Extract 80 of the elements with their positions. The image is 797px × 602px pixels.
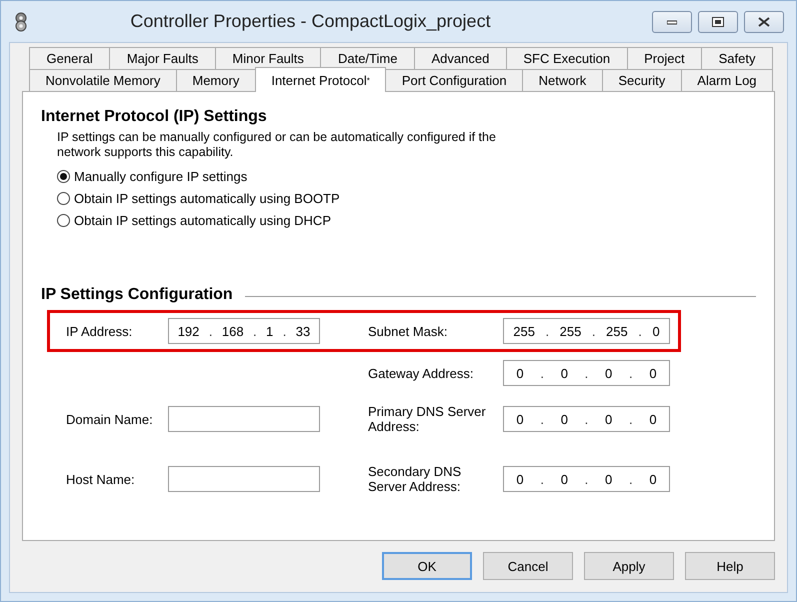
octet-text: 0	[605, 472, 612, 486]
tab[interactable]: Security	[602, 69, 682, 91]
octet-text: 0	[649, 412, 657, 426]
octet-separator: .	[540, 472, 544, 486]
ip-address-field[interactable]: 0 . 0 . 0 . 0	[503, 360, 670, 386]
octet-text: 1	[266, 324, 274, 338]
ip-address-field[interactable]: 0 . 0 . 0 . 0	[503, 466, 670, 492]
field-label: Subnet Mask:	[368, 324, 448, 338]
octet-separator: .	[628, 412, 633, 426]
octet-text: 0	[516, 412, 524, 426]
octet-text: 0	[560, 472, 568, 486]
octet-text: 168	[222, 324, 244, 338]
octet-text: 255	[560, 324, 582, 338]
dialog-button[interactable]: OK	[382, 552, 472, 580]
octet-text: 33	[296, 324, 310, 338]
field-label: Primary DNS Server Address:	[368, 404, 487, 434]
octet-separator: .	[584, 412, 588, 426]
text-field[interactable]	[168, 466, 320, 492]
close-button[interactable]	[744, 10, 784, 32]
maximize-button[interactable]	[698, 10, 738, 32]
tab[interactable]: Internet Protocol$^{*}$	[254, 67, 386, 92]
description-text: IP settings can be manually configured or can be automatically configured if the network supports this capability.	[57, 130, 497, 160]
tab[interactable]: Major Faults	[109, 47, 216, 69]
octet-separator: .	[540, 366, 544, 380]
octet-text: 0	[560, 412, 568, 426]
ip-address-field[interactable]: 255 . 255 . 255 . 0	[503, 318, 670, 344]
field-label: IP Address:	[65, 324, 134, 338]
section-heading: Internet Protocol (IP) Settings	[41, 108, 268, 126]
octet-text: 0	[649, 472, 657, 486]
octet-text: 0	[605, 412, 612, 426]
window-title: Controller Properties - CompactLogix_project	[129, 11, 492, 32]
field-label: Gateway Address:	[368, 366, 474, 380]
dialog-button[interactable]: Apply	[584, 552, 674, 580]
octet-separator: .	[584, 472, 588, 486]
octet-separator: .	[540, 412, 544, 426]
field-label: Domain Name:	[65, 412, 154, 426]
radio-button[interactable]	[57, 214, 70, 227]
octet-text: 0	[605, 366, 612, 380]
tab[interactable]: Alarm Log	[680, 69, 774, 91]
tab[interactable]: Project	[626, 47, 702, 69]
tab[interactable]: Port Configuration	[385, 69, 524, 91]
dialog-button[interactable]: Cancel	[483, 552, 573, 580]
octet-text: 0	[516, 366, 524, 380]
octet-text: 0	[649, 366, 657, 380]
tab[interactable]: Nonvolatile Memory	[29, 69, 177, 91]
radio-button[interactable]	[57, 192, 70, 205]
tab[interactable]: Safety	[701, 47, 774, 69]
dialog-button[interactable]: Help	[685, 552, 775, 580]
text-field[interactable]	[168, 406, 320, 432]
section-heading: IP Settings Configuration	[41, 286, 233, 304]
octet-text: 255	[606, 324, 628, 338]
tab[interactable]: Memory	[176, 69, 256, 91]
octet-separator: .	[628, 366, 633, 380]
radio-button[interactable]	[57, 170, 70, 183]
ip-address-field[interactable]: 192 . 168 . 1 . 33	[168, 318, 320, 344]
maximize-icon	[712, 16, 724, 26]
tab[interactable]: General	[29, 47, 110, 69]
octet-text: 255	[513, 324, 535, 338]
radio-label[interactable]: Manually configure IP settings	[74, 169, 248, 184]
close-icon	[758, 16, 770, 26]
octet-separator: .	[638, 324, 642, 338]
field-label: Host Name:	[65, 472, 136, 486]
radio-label[interactable]: Obtain IP settings automatically using BOOTP	[74, 191, 340, 206]
octet-separator: .	[253, 324, 257, 338]
octet-separator: .	[208, 324, 212, 338]
gear-icon	[13, 12, 29, 32]
field-label: Secondary DNS Server Address:	[368, 464, 462, 494]
octet-separator: .	[592, 324, 596, 338]
minimize-icon	[667, 18, 677, 24]
octet-text: 0	[516, 472, 524, 486]
octet-separator: .	[584, 366, 588, 380]
octet-text: 0	[652, 324, 660, 338]
octet-separator: .	[546, 324, 550, 338]
octet-separator: .	[282, 324, 286, 338]
octet-text: 192	[178, 324, 200, 338]
octet-separator: .	[628, 472, 633, 486]
octet-text: 0	[560, 366, 568, 380]
radio-label[interactable]: Obtain IP settings automatically using DHCP	[74, 213, 331, 228]
ip-address-field[interactable]: 0 . 0 . 0 . 0	[503, 406, 670, 432]
minimize-button[interactable]	[652, 10, 692, 32]
